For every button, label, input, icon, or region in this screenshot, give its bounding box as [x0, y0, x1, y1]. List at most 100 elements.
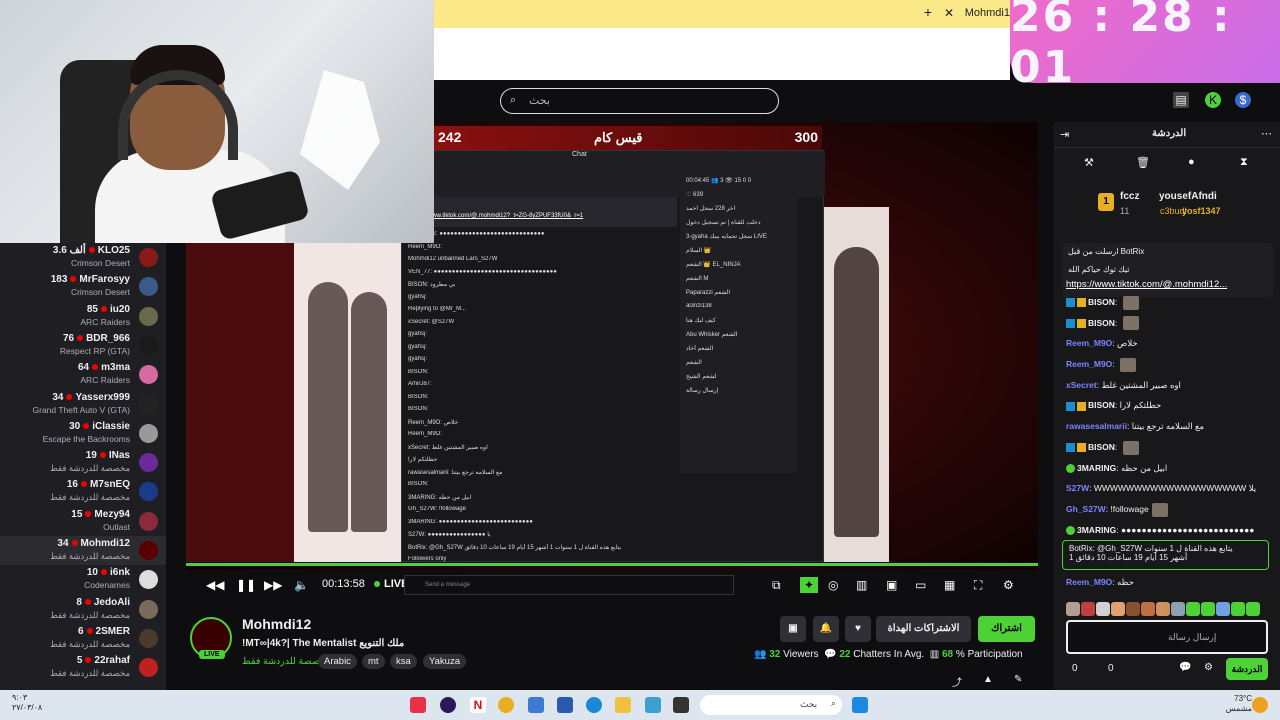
sidebar-channel-item[interactable]: 5 22rahaf مخصصة للدردشة فقط	[0, 653, 166, 682]
edit-icon[interactable]: ✎	[1014, 674, 1022, 685]
app-icon[interactable]	[673, 697, 689, 713]
sidebar-channel-item[interactable]: 64 m3ma ARC Raiders	[0, 360, 166, 389]
chat-username[interactable]: Reem_M9O	[1066, 577, 1112, 587]
collapse-chat-icon[interactable]: ⇥	[1060, 128, 1069, 141]
edge-icon[interactable]	[586, 697, 602, 713]
leaderboard-name[interactable]: yousefAfndi	[1159, 191, 1217, 202]
forward-icon[interactable]: ▶▶	[264, 577, 282, 593]
clip-icon[interactable]: ⧉	[772, 577, 781, 593]
taskbar-search[interactable]: بحث ⌕	[700, 695, 842, 715]
sidebar-channel-item[interactable]: 16 M7snEQ مخصصة للدردشة فقط	[0, 477, 166, 506]
emote-icon[interactable]	[1156, 602, 1170, 616]
gift-subs-button[interactable]: الاشتراكات الهداة	[876, 616, 971, 642]
volume-icon[interactable]: 🔈	[294, 577, 309, 593]
heart-icon[interactable]: ♥	[845, 616, 871, 642]
chat-username[interactable]: rawasesalmarii	[1066, 421, 1127, 431]
chrome-icon[interactable]	[498, 697, 514, 713]
chat-username[interactable]: BISON	[1088, 442, 1115, 452]
chat-bubble-icon[interactable]: 💬	[1179, 662, 1191, 673]
emote-icon[interactable]	[1246, 602, 1260, 616]
emote-icon[interactable]	[1081, 602, 1095, 616]
chat-username[interactable]: 3MARING	[1077, 525, 1116, 535]
speed-icon[interactable]: ◎	[828, 577, 838, 593]
emote-icon[interactable]	[1096, 602, 1110, 616]
channel-name[interactable]: Mohmdi12	[242, 616, 311, 632]
chat-username[interactable]: Gh_S27W	[1066, 504, 1106, 514]
sidebar-channel-item[interactable]: 6 2SMER مخصصة للدردشة فقط	[0, 624, 166, 653]
pip-icon[interactable]: ▣	[886, 577, 897, 593]
hourglass-icon[interactable]: ⧗	[1240, 156, 1248, 169]
share-icon[interactable]: ⤴	[952, 674, 962, 689]
stats-icon[interactable]: ▥	[856, 577, 867, 593]
notifications-icon[interactable]: ▤	[1173, 92, 1189, 108]
sidebar-channel-item[interactable]: 85 iu20 ARC Raiders	[0, 302, 166, 331]
trash-icon[interactable]: 🗑	[1136, 156, 1150, 169]
obs-icon[interactable]	[440, 697, 456, 713]
settings-icon[interactable]: ⚙	[1204, 662, 1213, 673]
bell-icon[interactable]: 🔔	[813, 616, 839, 642]
leaderboard-name[interactable]: fccz	[1120, 191, 1139, 202]
emote-icon[interactable]	[1126, 602, 1140, 616]
chat-username[interactable]: 3MARING	[1077, 463, 1116, 473]
sidebar-channel-item[interactable]: 10 i6nk Codenames	[0, 565, 166, 594]
kick-chat-icon[interactable]: ✦	[800, 577, 819, 593]
sidebar-channel-item[interactable]: 183 MrFarosyy Crimson Desert	[0, 272, 166, 301]
chat-username[interactable]: S27W	[1066, 483, 1089, 493]
emote-icon[interactable]	[1186, 602, 1200, 616]
sidebar-channel-item[interactable]: 8 JedoAli مخصصة للدردشة فقط	[0, 595, 166, 624]
rewind-icon[interactable]: ◀◀	[206, 577, 224, 593]
chat-username[interactable]: BISON	[1088, 400, 1115, 410]
warning-icon[interactable]: ▲	[983, 674, 993, 685]
sidebar-channel-item[interactable]: 34 Yasserx999 Grand Theft Auto V (GTA)	[0, 390, 166, 419]
app-icon[interactable]	[528, 697, 544, 713]
emote-icon[interactable]	[1141, 602, 1155, 616]
app-icon[interactable]	[410, 697, 426, 713]
browser-tab-title[interactable]: Mohmdi1	[965, 7, 1010, 19]
folder-icon[interactable]	[615, 697, 631, 713]
sidebar-channel-item[interactable]: 30 iClassie Escape the Backrooms	[0, 419, 166, 448]
emote-icon[interactable]	[1171, 602, 1185, 616]
emote-icon[interactable]	[1231, 602, 1245, 616]
points-count[interactable]: 0	[1072, 663, 1078, 674]
pinned-link[interactable]: https://www.tiktok.com/@.mohmdi12...	[1066, 279, 1227, 290]
chat-send-button[interactable]: الدردشة	[1226, 658, 1268, 680]
fullscreen-icon[interactable]: ⛶	[974, 577, 982, 593]
emote-icon[interactable]	[1066, 602, 1080, 616]
weather-widget[interactable]: 73°C مشمس	[1226, 694, 1252, 714]
kick-icon[interactable]: K	[1205, 92, 1221, 108]
sidebar-channel-item[interactable]: 3.6 ألف KLO25 Crimson Desert	[0, 243, 166, 272]
chat-bubble-icon[interactable]: ●	[1188, 156, 1195, 168]
pause-icon[interactable]: ❚❚	[236, 577, 256, 593]
video-progress-bar[interactable]	[186, 563, 1038, 566]
sidebar-channel-item[interactable]: 76 BDR_966 Respect RP (GTA)	[0, 331, 166, 360]
emote-icon[interactable]	[1216, 602, 1230, 616]
sidebar-channel-item[interactable]: 15 Mezy94 Outlast	[0, 507, 166, 536]
hammer-icon[interactable]: ⚒	[1084, 156, 1094, 169]
emote-icon[interactable]	[1201, 602, 1215, 616]
sidebar-channel-item[interactable]: 34 Mohmdi12 مخصصة للدردشة فقط	[0, 536, 166, 565]
subscribe-button[interactable]: اشتراك	[978, 616, 1035, 642]
gift-count[interactable]: 0	[1108, 663, 1114, 674]
search-input[interactable]: ⌕ بحث	[500, 88, 779, 114]
chat-username[interactable]: Reem_M9O	[1066, 338, 1112, 348]
more-icon[interactable]: ⋯	[1261, 127, 1272, 140]
store-icon[interactable]	[645, 697, 661, 713]
tag[interactable]: mt	[362, 654, 385, 669]
chat-username[interactable]: xSecret	[1066, 380, 1097, 390]
emote-icon[interactable]	[1111, 602, 1125, 616]
new-tab-button[interactable]: +	[924, 4, 932, 20]
wallet-icon[interactable]: $	[1235, 92, 1251, 108]
taskbar-clock[interactable]: ٩:٠٣ ٢٧/٠٣/٠٨	[12, 693, 42, 713]
chat-username[interactable]: Reem_M9O	[1066, 359, 1112, 369]
settings-icon[interactable]: ⚙	[1003, 577, 1014, 593]
app-icon[interactable]	[557, 697, 573, 713]
netflix-icon[interactable]: N	[470, 697, 486, 713]
sidebar-channel-item[interactable]: 19 INas مخصصة للدردشة فقط	[0, 448, 166, 477]
chat-username[interactable]: BISON	[1088, 318, 1115, 328]
chat-input[interactable]: إرسال رسالة	[1066, 620, 1268, 654]
theater-icon[interactable]: ▭	[915, 577, 926, 593]
tag[interactable]: Yakuza	[423, 654, 466, 669]
close-tab-icon[interactable]: ✕	[944, 6, 954, 20]
tag[interactable]: Arabic	[318, 654, 357, 669]
share-button[interactable]: ▣	[780, 616, 806, 642]
